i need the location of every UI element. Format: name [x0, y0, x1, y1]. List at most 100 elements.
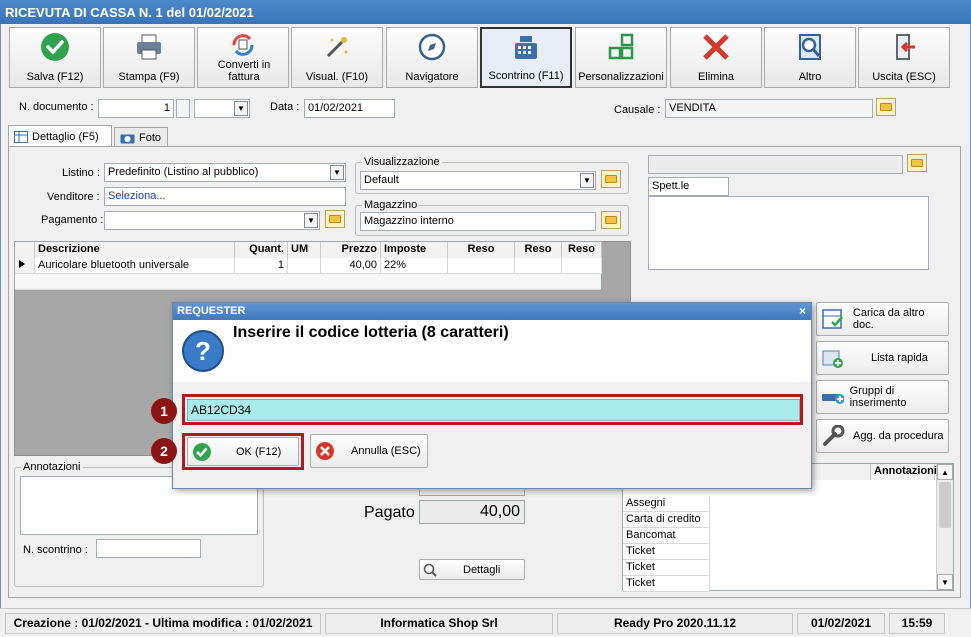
scontrino-input[interactable]: [96, 539, 201, 558]
col-imposte[interactable]: Imposte: [381, 242, 448, 258]
group-add-icon: [822, 394, 844, 404]
col-reso-2[interactable]: Reso: [515, 242, 562, 258]
zoom-icon: [423, 563, 437, 577]
col-reso-1[interactable]: Reso: [448, 242, 515, 258]
customer-search-input[interactable]: [648, 155, 903, 174]
table-row-prezzo[interactable]: 40,00: [321, 258, 381, 274]
date-input[interactable]: 01/02/2021: [304, 99, 395, 118]
cancel-circle-icon: [316, 442, 334, 460]
payment-col-annotazioni[interactable]: Annotazioni: [871, 464, 937, 480]
magazzino-folder-button[interactable]: [601, 211, 621, 229]
venditore-input[interactable]: Seleziona...: [104, 187, 346, 206]
print-button[interactable]: Stampa (F9): [103, 27, 195, 88]
col-quant[interactable]: Quant.: [235, 242, 288, 258]
insert-groups-button[interactable]: Gruppi di inserimento: [816, 380, 949, 414]
magic-wand-icon: [326, 37, 348, 58]
col-um[interactable]: UM: [288, 242, 321, 258]
table-row-reso-1[interactable]: [448, 258, 515, 274]
visualizzazione-combo[interactable]: Default ▼: [360, 171, 596, 190]
check-circle-icon: [193, 442, 211, 461]
visualizzazione-label: Visualizzazione: [362, 156, 442, 168]
magazzino-input[interactable]: Magazzino interno: [360, 212, 596, 231]
scroll-down-icon[interactable]: ▼: [937, 574, 953, 590]
receipt-button[interactable]: Scontrino (F11): [480, 27, 572, 88]
quick-list-button[interactable]: Lista rapida: [816, 341, 949, 375]
question-icon: ?: [182, 330, 224, 372]
visualizzazione-folder-button[interactable]: [601, 170, 621, 188]
folder-icon: [605, 175, 617, 183]
chevron-down-icon[interactable]: ▼: [330, 165, 344, 180]
visual-button[interactable]: Visual. (F10): [291, 27, 383, 88]
customer-folder-button[interactable]: [907, 154, 927, 172]
lottery-code-input[interactable]: AB12CD34: [187, 399, 800, 421]
add-from-procedure-button[interactable]: Agg. da procedura: [816, 419, 949, 453]
spett-input[interactable]: Spett.le: [648, 177, 729, 196]
doc-number-spinner[interactable]: [176, 99, 190, 118]
table-row-imposte[interactable]: 22%: [381, 258, 448, 274]
payment-row-ticket-2[interactable]: Ticket: [623, 560, 710, 576]
row-indicator[interactable]: [15, 258, 35, 274]
tab-foto[interactable]: Foto: [114, 127, 168, 147]
save-label: Salva (F12): [26, 71, 84, 83]
convert-button[interactable]: Converti in fattura: [197, 27, 289, 88]
camera-icon: [120, 134, 135, 143]
delete-button[interactable]: Elimina: [670, 27, 762, 88]
ok-button[interactable]: OK (F12): [187, 437, 299, 466]
table-row-um[interactable]: [288, 258, 321, 274]
exit-door-icon: [896, 34, 915, 60]
payment-row-bancomat[interactable]: Bancomat: [623, 528, 710, 544]
causale-folder-button[interactable]: [876, 98, 896, 116]
add-from-procedure-label: Agg. da procedura: [853, 430, 944, 442]
cancel-button[interactable]: Annulla (ESC): [310, 434, 428, 468]
checklist-icon: [822, 309, 843, 329]
navigator-button[interactable]: Navigatore: [386, 27, 478, 88]
scroll-up-icon[interactable]: ▲: [937, 464, 953, 480]
dettagli-button[interactable]: Dettagli: [419, 559, 525, 580]
folder-icon: [911, 159, 923, 167]
table-row-descrizione[interactable]: Auricolare bluetooth universale: [35, 258, 235, 274]
payment-scrollbar[interactable]: ▲ ▼: [936, 464, 953, 590]
chevron-down-icon[interactable]: ▼: [580, 173, 594, 188]
svg-text:?: ?: [195, 336, 211, 366]
pagamento-folder-button[interactable]: [325, 210, 345, 228]
payment-row-ticket-1[interactable]: Ticket: [623, 544, 710, 560]
customer-address-box[interactable]: [648, 196, 929, 270]
scroll-thumb[interactable]: [939, 482, 951, 528]
customize-button[interactable]: Personalizzazioni: [575, 27, 667, 88]
payment-row-ticket-3[interactable]: Ticket: [623, 576, 710, 592]
load-from-doc-button[interactable]: Carica da altro doc.: [816, 302, 949, 336]
col-reso-3[interactable]: Reso: [562, 242, 602, 258]
table-row-quant[interactable]: 1: [235, 258, 288, 274]
table-row-new[interactable]: [15, 274, 601, 290]
chevron-down-icon[interactable]: ▼: [304, 213, 318, 228]
exit-button[interactable]: Uscita (ESC): [858, 27, 950, 88]
col-descrizione[interactable]: Descrizione: [35, 242, 235, 258]
wrench-icon: [823, 425, 845, 446]
cancel-label: Annulla (ESC): [351, 445, 421, 457]
payment-row-assegni[interactable]: Assegni: [623, 496, 710, 512]
navigator-label: Navigatore: [405, 71, 459, 83]
causale-label: Causale :: [614, 104, 661, 116]
dialog-close-icon[interactable]: ×: [799, 304, 806, 318]
payment-row-carta[interactable]: Carta di credito: [623, 512, 710, 528]
folder-icon: [329, 215, 341, 223]
chevron-down-icon[interactable]: ▼: [234, 101, 248, 116]
table-row-reso-3[interactable]: [562, 258, 602, 274]
detail-grid: Descrizione Quant. UM Prezzo Imposte Res…: [14, 241, 602, 290]
listino-combo[interactable]: Predefinito (Listino al pubblico) ▼: [104, 163, 346, 182]
save-button[interactable]: Salva (F12): [9, 27, 101, 88]
grid-squares-icon: [608, 33, 634, 60]
requester-dialog: REQUESTER × ? Inserire il codice lotteri…: [151, 302, 812, 489]
tab-foto-label: Foto: [139, 131, 162, 144]
causale-input[interactable]: VENDITA: [665, 99, 873, 118]
venditore-label: Venditore :: [47, 191, 100, 203]
other-button[interactable]: Altro: [764, 27, 856, 88]
pagamento-combo[interactable]: ▼: [104, 211, 320, 230]
col-prezzo[interactable]: Prezzo: [321, 242, 381, 258]
delete-label: Elimina: [697, 71, 735, 83]
doc-series-combo[interactable]: ▼: [194, 99, 250, 118]
tab-dettaglio[interactable]: Dettaglio (F5): [8, 125, 112, 147]
other-label: Altro: [798, 71, 822, 83]
doc-number-input[interactable]: 1: [98, 99, 174, 118]
table-row-reso-2[interactable]: [515, 258, 562, 274]
